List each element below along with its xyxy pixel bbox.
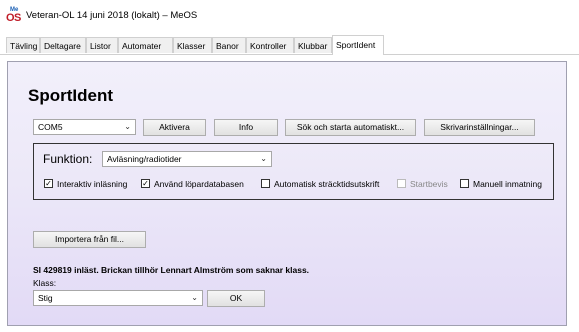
checkbox-label: Automatisk sträcktidsutskrift (274, 179, 380, 189)
checkbox-label: Använd löpardatabasen (154, 179, 244, 189)
checkbox-label: Startbevis (410, 179, 448, 189)
tab-kontroller[interactable]: Kontroller (246, 37, 294, 53)
tab-sportident[interactable]: SportIdent (332, 35, 384, 55)
printer-settings-button[interactable]: Skrivarinställningar... (424, 119, 535, 136)
class-select[interactable]: Stig ⌄ (33, 290, 203, 306)
checkbox-auto-split-print[interactable]: Automatisk sträcktidsutskrift (261, 178, 379, 190)
chevron-down-icon: ⌄ (260, 154, 267, 163)
checkbox-interactive-reading[interactable]: ✓ Interaktiv inläsning (44, 178, 127, 190)
class-select-value: Stig (38, 293, 53, 303)
checkbox-unchecked-icon[interactable] (261, 179, 270, 189)
checkbox-start-receipt: Startbevis (397, 178, 448, 190)
checkbox-checked-icon[interactable]: ✓ (141, 179, 150, 189)
meos-icon-text-bottom: OS (6, 12, 21, 24)
activate-button[interactable]: Aktivera (143, 119, 206, 136)
tab-klasser[interactable]: Klasser (173, 37, 212, 53)
checkbox-checked-icon[interactable]: ✓ (44, 179, 53, 189)
port-select[interactable]: COM5 ⌄ (33, 119, 136, 135)
class-label: Klass: (33, 278, 57, 288)
window-title: Veteran-OL 14 juni 2018 (lokalt) – MeOS (26, 10, 198, 21)
title-bar: Me OS Veteran-OL 14 juni 2018 (lokalt) –… (0, 0, 579, 30)
checkbox-label: Interaktiv inläsning (57, 179, 128, 189)
search-start-button[interactable]: Sök och starta automatiskt... (285, 119, 416, 136)
ok-button[interactable]: OK (207, 290, 265, 307)
tab-listor[interactable]: Listor (86, 37, 118, 53)
import-from-file-button[interactable]: Importera från fil... (33, 231, 146, 248)
tab-bar: Tävling Deltagare Listor Automater Klass… (0, 35, 579, 55)
info-button[interactable]: Info (214, 119, 278, 136)
chevron-down-icon: ⌄ (124, 122, 131, 131)
page-title: SportIdent (28, 86, 113, 105)
meos-icon: Me OS (6, 7, 22, 24)
function-select[interactable]: Avläsning/radiotider ⌄ (102, 151, 272, 167)
tab-deltagare[interactable]: Deltagare (40, 37, 86, 53)
port-select-value: COM5 (38, 122, 63, 132)
checkbox-label: Manuell inmatning (473, 179, 542, 189)
checkbox-unchecked-icon[interactable] (460, 179, 469, 189)
tab-banor[interactable]: Banor (212, 37, 246, 53)
tab-automater[interactable]: Automater (118, 37, 173, 53)
tab-tavling[interactable]: Tävling (6, 37, 40, 53)
checkbox-use-runner-database[interactable]: ✓ Använd löpardatabasen (141, 178, 244, 190)
checkbox-manual-entry[interactable]: Manuell inmatning (460, 178, 542, 190)
status-message: SI 429819 inläst. Brickan tillhör Lennar… (33, 265, 310, 275)
checkbox-unchecked-icon (397, 179, 406, 189)
function-label: Funktion: (43, 152, 93, 166)
chevron-down-icon: ⌄ (191, 293, 198, 302)
tab-klubbar[interactable]: Klubbar (294, 37, 332, 53)
function-select-value: Avläsning/radiotider (107, 154, 182, 164)
